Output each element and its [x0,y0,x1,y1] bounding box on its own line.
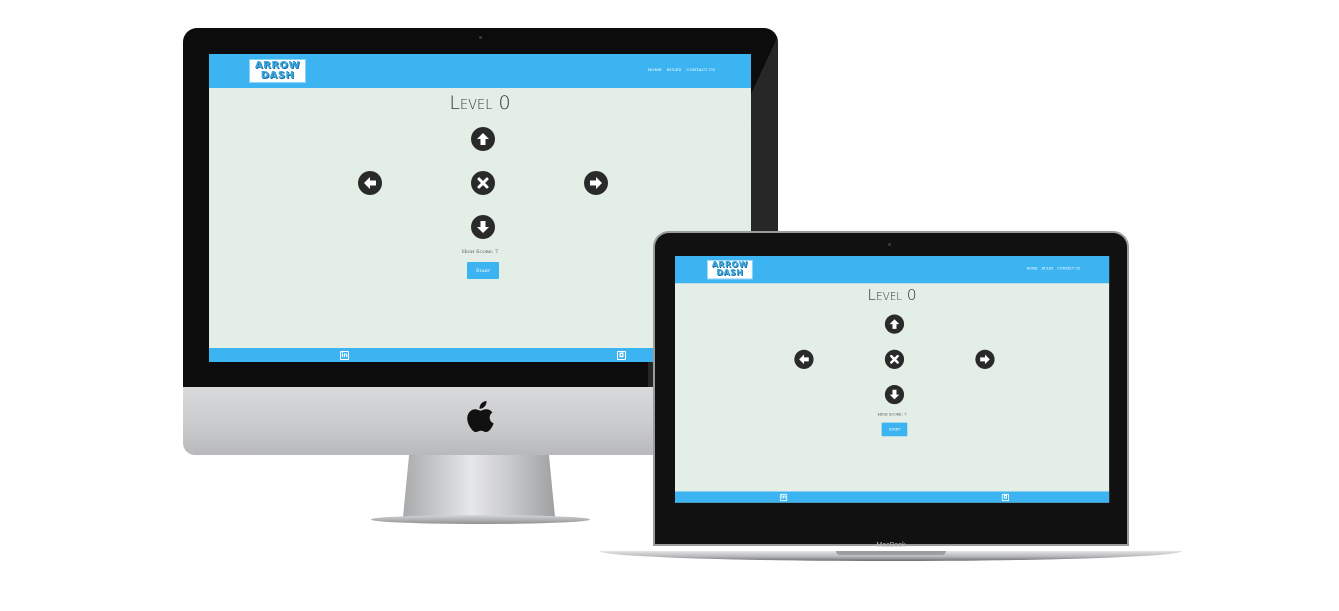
arrow-left-button[interactable] [358,171,382,195]
logo-line-2: DASH [260,70,295,81]
footer: in ◘ [675,491,1110,503]
macbook-camera [888,243,891,246]
stop-button[interactable] [471,171,495,195]
arrow-down-icon [477,221,489,233]
arrow-right-button[interactable] [584,171,608,195]
arrow-up-icon [477,133,489,145]
arrow-up-button[interactable] [471,127,495,151]
arrow-dash-logo[interactable]: ARROW DASH [707,260,753,280]
arrow-left-icon [364,177,376,189]
arrow-left-button[interactable] [794,349,814,369]
level-title: Level 0 [449,92,511,114]
imac-stand-foot [371,515,590,524]
high-score: High Score: 7 [877,412,907,418]
arrow-down-button[interactable] [471,215,495,239]
nav-rules-link[interactable]: Rules [667,67,682,73]
nav-contact-link[interactable]: Contact Us [1057,266,1080,271]
start-button[interactable]: Start [467,262,499,279]
nav-home-link[interactable]: Home [1027,266,1038,271]
stop-button[interactable] [884,349,905,369]
close-icon [890,354,899,364]
arrow-down-button[interactable] [884,384,905,405]
navbar: ARROW DASH Home Rules Contact Us [675,256,1110,284]
level-title: Level 0 [867,286,917,305]
nav-home-link[interactable]: Home [648,67,662,73]
logo-line-2: DASH [716,268,744,278]
linkedin-icon[interactable]: in [340,351,349,360]
arrow-left-icon [799,354,809,365]
arrow-dash-logo[interactable]: ARROW DASH [249,59,306,83]
github-icon[interactable]: ◘ [617,351,626,360]
arrow-right-icon [980,354,990,365]
start-button[interactable]: Start [881,422,908,437]
nav-links: Home Rules Contact Us [648,67,715,73]
macbook-label: MacBook [876,542,906,549]
linkedin-icon[interactable]: in [779,493,788,502]
nav-rules-link[interactable]: Rules [1042,266,1054,271]
arrow-down-icon [889,389,900,400]
arrow-up-button[interactable] [884,314,905,334]
nav-contact-link[interactable]: Contact Us [686,67,715,73]
arrow-up-icon [889,319,900,329]
arrow-right-icon [590,177,602,189]
apple-logo-icon [467,401,494,433]
arrow-right-button[interactable] [975,349,995,369]
close-icon [477,177,489,189]
navbar: ARROW DASH Home Rules Contact Us [209,54,751,88]
imac-camera [479,36,482,39]
github-icon[interactable]: ◘ [1001,493,1010,502]
imac-stand-neck [403,455,555,517]
macbook-app-screen: ARROW DASH Home Rules Contact Us Level 0… [675,256,1110,503]
nav-links: Home Rules Contact Us [1027,266,1081,271]
